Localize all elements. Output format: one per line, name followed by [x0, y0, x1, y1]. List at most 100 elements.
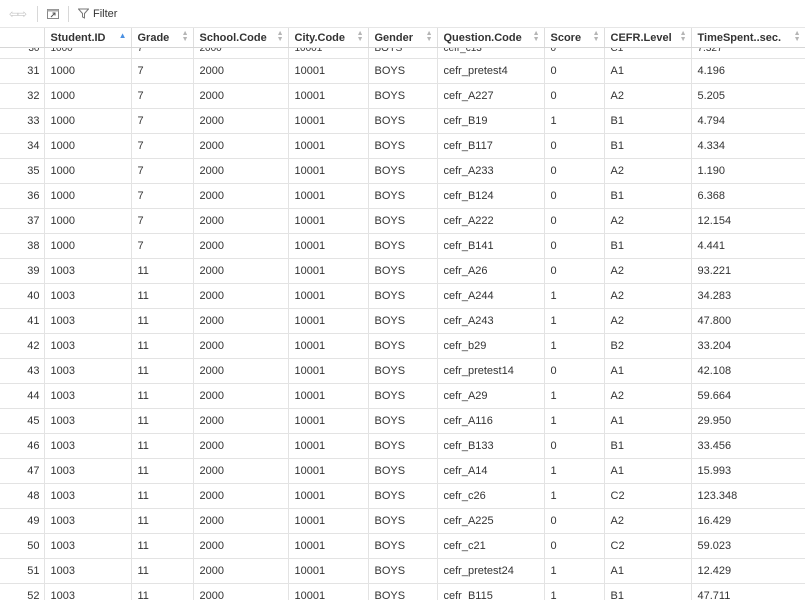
table-cell: B1 [604, 583, 692, 600]
table-row[interactable]: 43 1003 11 2000 10001 BOYS cefr_pretest14 0 A1 42… [0, 358, 805, 384]
table-row[interactable]: 32 1000 7 2000 10001 BOYS cefr_A227 0 A2 5.205 [0, 83, 805, 109]
table-row[interactable]: 34 1000 7 2000 10001 BOYS cefr_B117 0 B1 4.334 [0, 133, 805, 159]
cell-text: 52 [27, 590, 40, 600]
table-row[interactable]: 40 1003 11 2000 10001 BOYS cefr_A244 1 A2 34.283 [0, 283, 805, 309]
table-cell: 7 [131, 133, 194, 159]
cell-text: 11 [137, 490, 149, 502]
row-number: 32 [0, 83, 45, 109]
table-cell: A2 [604, 258, 692, 284]
cell-text: 30 [28, 47, 40, 54]
table-row[interactable]: 45 1003 11 2000 10001 BOYS cefr_A116 1 A1 29.950 [0, 408, 805, 434]
table-cell: cefr_pretest4 [437, 58, 545, 84]
table-row[interactable]: 52 1003 11 2000 10001 BOYS cefr_B115 1 B1 47.711 [0, 583, 805, 600]
table-cell: BOYS [368, 108, 438, 134]
show-in-new-window-button[interactable] [43, 4, 63, 24]
table-cell: 2000 [193, 283, 289, 309]
table-cell: BOYS [368, 358, 438, 384]
table-cell: cefr_A116 [437, 408, 545, 434]
toolbar-separator [37, 5, 38, 22]
table-cell: 2000 [193, 458, 289, 484]
table-row[interactable]: 30 1000 7 2000 10001 BOYS cefr_c13 0 C1 7.327 [0, 47, 805, 59]
table-row[interactable]: 49 1003 11 2000 10001 BOYS cefr_A225 0 A2 16.429 [0, 508, 805, 534]
cell-text: BOYS [374, 415, 406, 427]
table-row[interactable]: 51 1003 11 2000 10001 BOYS cefr_pretest24 1 A1 12… [0, 558, 805, 584]
column-header[interactable]: Student.ID ▲ [44, 28, 132, 48]
table-row[interactable]: 48 1003 11 2000 10001 BOYS cefr_c26 1 C2 123.348 [0, 483, 805, 509]
column-header[interactable]: Gender ▲ ▼ [368, 28, 438, 48]
sort-icon[interactable]: ▲ ▼ [182, 30, 189, 43]
sort-icon[interactable]: ▲ ▼ [533, 30, 540, 43]
sort-icon[interactable]: ▲ ▼ [593, 30, 600, 43]
table-cell: 1 [544, 458, 605, 484]
table-row[interactable]: 35 1000 7 2000 10001 BOYS cefr_A233 0 A2 1.190 [0, 158, 805, 184]
table-cell: 10001 [288, 58, 369, 84]
table-cell: 2000 [193, 333, 289, 359]
table-row[interactable]: 44 1003 11 2000 10001 BOYS cefr_A29 1 A2 59.664 [0, 383, 805, 409]
table-row[interactable]: 31 1000 7 2000 10001 BOYS cefr_pretest4 0 A1 4.19… [0, 58, 805, 84]
table-cell: 34.283 [691, 283, 805, 309]
table-cell: 2000 [193, 308, 289, 334]
table-row[interactable]: 37 1000 7 2000 10001 BOYS cefr_A222 0 A2 12.154 [0, 208, 805, 234]
table-cell: BOYS [368, 183, 438, 209]
forward-arrow-icon[interactable]: ⇨ [17, 7, 27, 21]
table-row[interactable]: 39 1003 11 2000 10001 BOYS cefr_A26 0 A2 93.221 [0, 258, 805, 284]
table-cell: 7 [131, 108, 194, 134]
cell-text: 2000 [199, 90, 224, 102]
table-cell: BOYS [368, 458, 438, 484]
table-cell: 10001 [288, 383, 369, 409]
sort-icon[interactable]: ▲ ▼ [277, 30, 284, 43]
sort-ascending-icon[interactable]: ▲ [119, 32, 127, 40]
sort-icon[interactable]: ▲ ▼ [426, 30, 433, 43]
cell-text: 0 [550, 65, 557, 77]
table-row[interactable]: 42 1003 11 2000 10001 BOYS cefr_b29 1 B2 33.204 [0, 333, 805, 359]
cell-text: BOYS [374, 315, 406, 327]
cell-text: 1003 [50, 415, 75, 427]
table-cell: 10001 [288, 408, 369, 434]
table-cell: 10001 [288, 158, 369, 184]
column-header[interactable]: Question.Code ▲ ▼ [437, 28, 545, 48]
row-number: 49 [0, 508, 45, 534]
cell-text: BOYS [374, 90, 406, 102]
sort-icon[interactable]: ▲ ▼ [357, 30, 364, 43]
cell-text: 7 [137, 215, 144, 227]
cell-text: 15.993 [697, 465, 732, 477]
cell-text: BOYS [374, 65, 406, 77]
table-row[interactable]: 38 1000 7 2000 10001 BOYS cefr_B141 0 B1 4.441 [0, 233, 805, 259]
cell-text: 1000 [50, 165, 75, 177]
table-row[interactable]: 41 1003 11 2000 10001 BOYS cefr_A243 1 A2 47.800 [0, 308, 805, 334]
sort-icon[interactable]: ▲ ▼ [794, 30, 801, 43]
table-cell: BOYS [368, 208, 438, 234]
table-row[interactable]: 46 1003 11 2000 10001 BOYS cefr_B133 0 B1 33.456 [0, 433, 805, 459]
column-header[interactable]: School.Code ▲ ▼ [193, 28, 289, 48]
column-header[interactable]: CEFR.Level ▲ ▼ [604, 28, 692, 48]
cell-text: cefr_A243 [443, 315, 494, 327]
cell-text: cefr_A222 [443, 215, 494, 227]
cell-text: 38 [27, 240, 40, 252]
column-header[interactable]: TimeSpent..sec. ▲ ▼ [691, 28, 805, 48]
table-row[interactable]: 36 1000 7 2000 10001 BOYS cefr_B124 0 B1 6.368 [0, 183, 805, 209]
cell-text: 44 [27, 390, 40, 402]
cell-text: 2000 [199, 540, 224, 552]
back-arrow-icon[interactable]: ⇦ [9, 7, 19, 21]
table-cell: A1 [604, 558, 692, 584]
column-header[interactable]: Grade ▲ ▼ [131, 28, 194, 48]
table-row[interactable]: 50 1003 11 2000 10001 BOYS cefr_c21 0 C2 59.023 [0, 533, 805, 559]
row-number: 31 [0, 58, 45, 84]
filter-button[interactable]: Filter [74, 4, 121, 24]
cell-text: 7 [137, 240, 144, 252]
cell-text: 41 [27, 315, 40, 327]
table-cell: 0 [544, 83, 605, 109]
cell-text: A1 [610, 565, 624, 577]
table-cell: 0 [544, 58, 605, 84]
table-row[interactable]: 47 1003 11 2000 10001 BOYS cefr_A14 1 A1 15.993 [0, 458, 805, 484]
sort-icon[interactable]: ▲ ▼ [680, 30, 687, 43]
table-cell: 0 [544, 508, 605, 534]
table-cell: A2 [604, 308, 692, 334]
cell-text: C2 [610, 540, 625, 552]
table-cell: 1000 [44, 47, 132, 59]
column-header[interactable]: Score ▲ ▼ [544, 28, 605, 48]
column-header[interactable]: City.Code ▲ ▼ [288, 28, 369, 48]
cell-text: 34 [27, 140, 40, 152]
table-row[interactable]: 33 1000 7 2000 10001 BOYS cefr_B19 1 B1 4.794 [0, 108, 805, 134]
table-cell: B2 [604, 333, 692, 359]
